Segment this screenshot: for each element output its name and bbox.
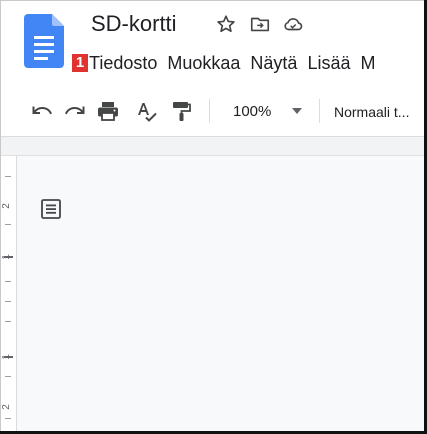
ruler-tick	[5, 301, 11, 302]
menu-insert[interactable]: Lisää	[307, 50, 350, 76]
ruler-label: 1	[0, 254, 12, 260]
ruler-tick	[5, 224, 11, 225]
toolbar: 100% Normaali t...	[1, 86, 427, 137]
star-icon[interactable]	[215, 13, 237, 35]
ruler-tick	[5, 281, 11, 282]
ruler-tick	[5, 418, 11, 419]
ruler-label: 1	[0, 354, 12, 360]
chevron-down-icon[interactable]	[292, 108, 302, 114]
annotation-badge: 1	[72, 54, 88, 72]
ruler-label: 2	[0, 404, 12, 410]
google-docs-logo-icon[interactable]	[24, 14, 64, 68]
menu-format[interactable]: M	[360, 50, 375, 76]
undo-icon[interactable]	[30, 99, 54, 123]
vertical-ruler: 2 1 1 2	[1, 156, 17, 434]
paint-format-icon[interactable]	[169, 99, 193, 123]
ruler-label: 2	[0, 203, 12, 209]
zoom-select[interactable]: 100%	[233, 102, 271, 122]
folder-move-icon[interactable]	[249, 13, 271, 35]
print-icon[interactable]	[96, 99, 120, 123]
redo-icon[interactable]	[63, 99, 87, 123]
document-outline-icon[interactable]	[40, 198, 62, 220]
toolbar-divider	[319, 99, 320, 123]
menu-bar: 1 Tiedosto Muokkaa Näytä Lisää M	[72, 50, 385, 76]
ruler-tick	[5, 376, 11, 377]
spellcheck-icon[interactable]	[135, 99, 159, 123]
document-title[interactable]: SD-kortti	[91, 10, 177, 38]
document-canvas[interactable]	[1, 156, 427, 434]
toolbar-divider	[209, 99, 210, 123]
ruler-tick	[5, 176, 11, 177]
horizontal-ruler	[1, 137, 427, 156]
paragraph-style-select[interactable]: Normaali t...	[334, 102, 409, 122]
ruler-tick	[5, 321, 11, 322]
cloud-saved-icon[interactable]	[282, 13, 304, 35]
menu-file[interactable]: Tiedosto	[89, 50, 157, 76]
menu-view[interactable]: Näytä	[250, 50, 297, 76]
app-window: SD-kortti 1 Tiedosto Muokkaa Näytä Lisää M	[0, 0, 427, 434]
header: SD-kortti 1 Tiedosto Muokkaa Näytä Lisää M	[1, 1, 427, 83]
menu-edit[interactable]: Muokkaa	[167, 50, 240, 76]
